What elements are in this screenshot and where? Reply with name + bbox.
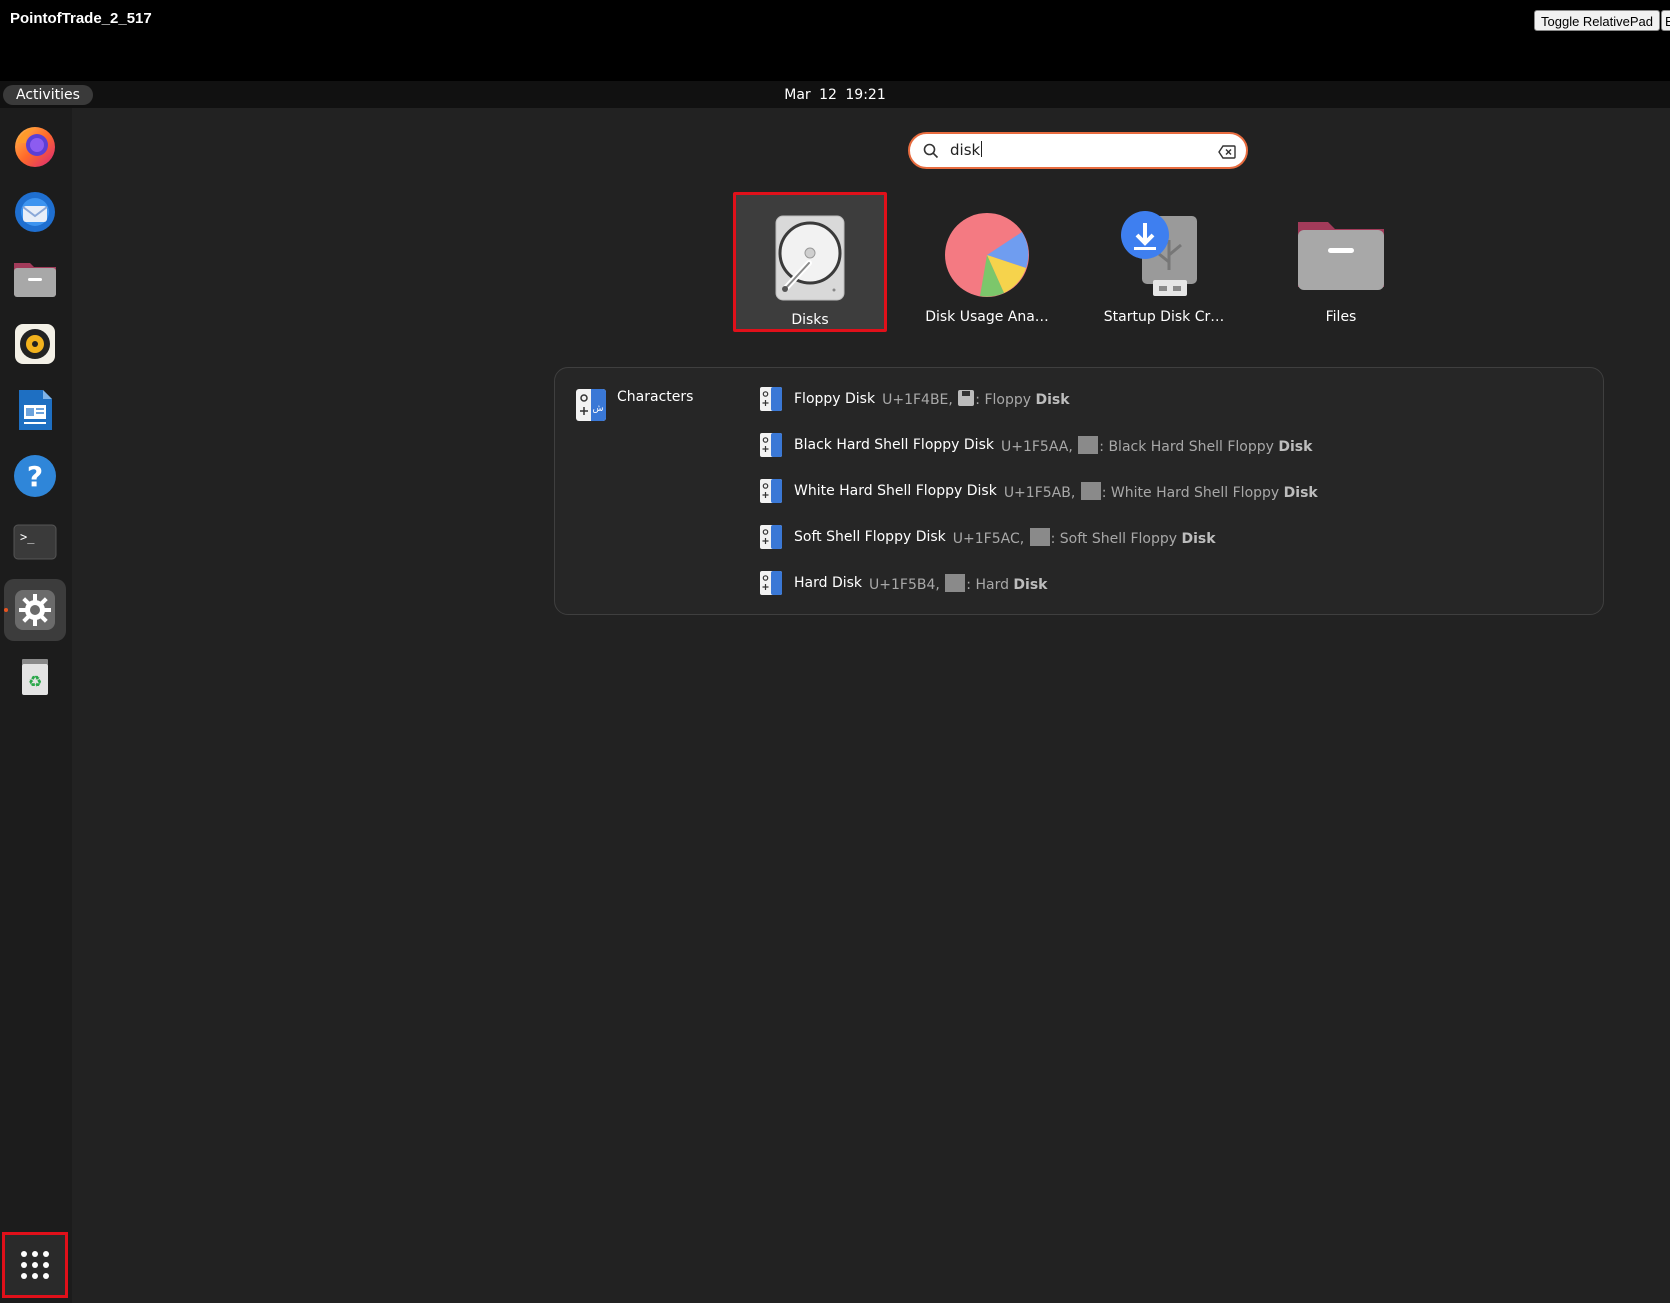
activities-overview: disk Disks Disk Usage Ana… Startup Disk … xyxy=(72,108,1670,1303)
window-caption-bar: PointofTrade_2_517 Toggle RelativePad E xyxy=(0,0,1670,81)
writer-icon xyxy=(19,390,52,430)
characters-icon xyxy=(760,479,782,503)
dock-item-settings[interactable] xyxy=(4,579,66,641)
character-description: U+1F5AA, : Black Hard Shell Floppy Disk xyxy=(1001,435,1312,455)
floppy-disk-glyph-icon xyxy=(958,390,975,406)
character-name: Black Hard Shell Floppy Disk xyxy=(794,437,994,453)
disks-icon xyxy=(775,215,845,301)
svg-text:?: ? xyxy=(27,460,43,493)
characters-icon xyxy=(760,387,782,411)
characters-results-panel: ش Characters Floppy Disk U+1F4BE, : Flop… xyxy=(554,367,1604,615)
dock-item-rhythmbox[interactable] xyxy=(4,313,66,375)
character-description: U+1F5AC, : Soft Shell Floppy Disk xyxy=(953,527,1216,547)
help-icon: ? xyxy=(14,455,56,497)
top-bar: Activities Mar 12 19:21 xyxy=(0,81,1670,108)
missing-glyph-icon xyxy=(945,573,966,592)
toggle-relativepad-button[interactable]: Toggle RelativePad xyxy=(1534,10,1661,31)
character-description: U+1F5AB, : White Hard Shell Floppy Disk xyxy=(1004,481,1318,501)
dock-item-writer[interactable] xyxy=(4,379,66,441)
terminal-icon: >_ xyxy=(13,524,57,560)
startup-disk-creator-icon xyxy=(1121,211,1197,296)
app-label: Disk Usage Ana… xyxy=(925,309,1049,325)
characters-icon xyxy=(760,525,782,549)
character-name: Hard Disk xyxy=(794,575,863,591)
window-title: PointofTrade_2_517 xyxy=(10,10,152,27)
show-applications-button[interactable] xyxy=(2,1232,68,1298)
character-result[interactable]: White Hard Shell Floppy Disk U+1F5AB, : … xyxy=(760,477,1318,505)
character-result[interactable]: Black Hard Shell Floppy Disk U+1F5AA, : … xyxy=(760,431,1312,459)
missing-glyph-icon xyxy=(1080,481,1101,500)
app-label: Files xyxy=(1325,309,1357,325)
app-result-disks[interactable]: Disks xyxy=(733,192,887,332)
disk-usage-analyzer-icon xyxy=(945,213,1029,297)
missing-glyph-icon xyxy=(1029,527,1050,546)
characters-app-icon[interactable]: ش xyxy=(576,389,606,421)
extra-button[interactable]: E xyxy=(1661,10,1670,31)
dock-item-files[interactable] xyxy=(4,247,66,309)
character-result[interactable]: Hard Disk U+1F5B4, : Hard Disk xyxy=(760,569,1048,597)
character-result[interactable]: Soft Shell Floppy Disk U+1F5AC, : Soft S… xyxy=(760,523,1216,551)
text-caret xyxy=(981,141,983,157)
svg-text:♻: ♻ xyxy=(28,672,42,691)
provider-name: Characters xyxy=(617,389,694,405)
search-input-text: disk xyxy=(950,141,981,159)
search-icon xyxy=(923,143,939,159)
missing-glyph-icon xyxy=(1078,435,1099,454)
clock-time: 19:21 xyxy=(845,87,886,103)
clock-date: Mar 12 xyxy=(784,87,837,103)
characters-icon xyxy=(760,571,782,595)
files-icon xyxy=(1298,222,1384,290)
thunderbird-icon xyxy=(15,192,55,232)
files-icon xyxy=(14,263,56,297)
search-bar[interactable]: disk xyxy=(908,132,1248,169)
dock-item-terminal[interactable]: >_ xyxy=(4,511,66,573)
app-result-disk-usage-analyzer[interactable]: Disk Usage Ana… xyxy=(910,192,1064,332)
dock-item-trash[interactable]: ♻ xyxy=(4,645,66,707)
app-result-files[interactable]: Files xyxy=(1264,192,1418,332)
dock-item-thunderbird[interactable] xyxy=(4,181,66,243)
svg-text:ش: ش xyxy=(593,404,604,414)
grid-icon xyxy=(21,1251,49,1279)
characters-icon xyxy=(760,433,782,457)
trash-icon: ♻ xyxy=(22,659,48,695)
running-indicator xyxy=(4,608,8,612)
settings-icon xyxy=(15,590,55,630)
backspace-icon[interactable] xyxy=(1218,145,1236,159)
character-result[interactable]: Floppy Disk U+1F4BE, : Floppy Disk xyxy=(760,385,1070,413)
dock-item-help[interactable]: ? xyxy=(4,445,66,507)
dock-item-firefox[interactable] xyxy=(4,115,66,177)
character-name: White Hard Shell Floppy Disk xyxy=(794,483,997,499)
firefox-icon xyxy=(15,127,55,167)
app-label: Disks xyxy=(791,312,829,328)
character-description: U+1F4BE, : Floppy Disk xyxy=(882,390,1070,408)
app-label: Startup Disk Cr… xyxy=(1103,309,1225,325)
rhythmbox-icon xyxy=(15,324,55,364)
svg-text:>_: >_ xyxy=(20,530,35,544)
app-result-startup-disk-creator[interactable]: Startup Disk Cr… xyxy=(1087,192,1241,332)
character-description: U+1F5B4, : Hard Disk xyxy=(869,573,1048,593)
search-input[interactable]: disk xyxy=(950,141,983,160)
dock: ? >_ ♻ xyxy=(0,108,72,1303)
character-name: Floppy Disk xyxy=(794,391,876,407)
clock[interactable]: Mar 12 19:21 xyxy=(0,85,1670,105)
character-name: Soft Shell Floppy Disk xyxy=(794,529,946,545)
